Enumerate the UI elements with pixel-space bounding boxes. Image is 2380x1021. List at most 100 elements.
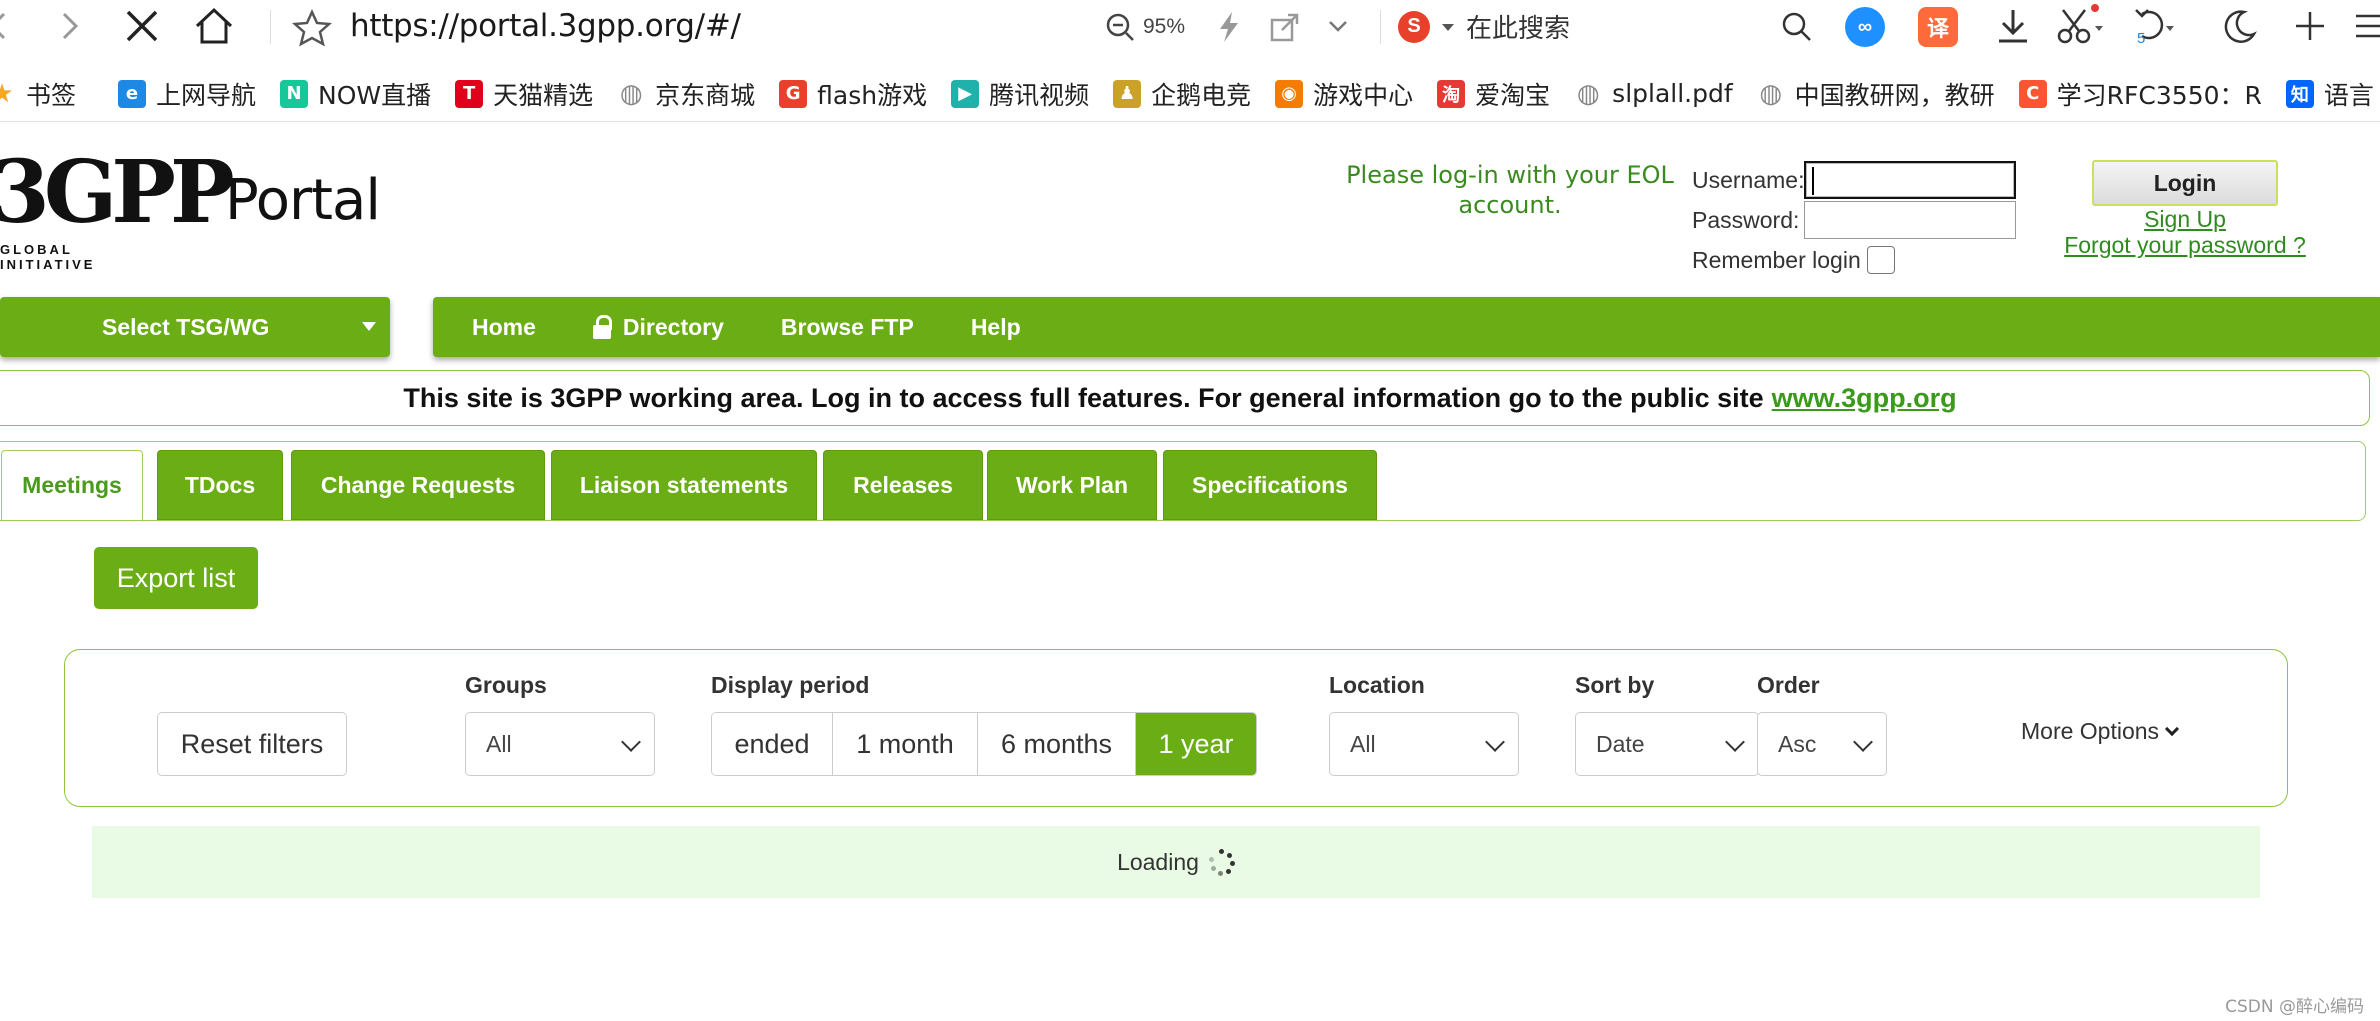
tab-tdocs[interactable]: TDocs <box>157 450 283 520</box>
infinity-app-icon[interactable]: ∞ <box>1845 7 1885 47</box>
bookmark-item[interactable]: C 学习RFC3550：R <box>2018 76 2286 112</box>
tab-releases[interactable]: Releases <box>823 450 983 520</box>
bookmark-item[interactable]: Gflash游戏 <box>779 76 951 112</box>
bookmark-label: 游戏中心 <box>1313 80 1414 110</box>
tsg-wg-select[interactable]: Select TSG/WG <box>0 297 390 357</box>
period-1-year[interactable]: 1 year <box>1136 713 1256 775</box>
3gpp-logo[interactable]: 3GPP GLOBAL INITIATIVE <box>0 142 235 273</box>
tab-meetings[interactable]: Meetings <box>1 450 143 520</box>
bookmark-label: 企鹅电竞 <box>1151 80 1252 110</box>
bookmark-item[interactable]: ◍ 京东商城 <box>617 76 779 112</box>
search-icon[interactable] <box>1780 10 1814 44</box>
period-ended[interactable]: ended <box>712 713 833 775</box>
bookmark-label: 天猫精选 <box>493 80 594 110</box>
sort-by-value: Date <box>1596 730 1645 757</box>
nav-directory-label: Directory <box>622 313 724 340</box>
username-field[interactable] <box>1804 161 2016 199</box>
tsg-select-label: Select TSG/WG <box>102 313 270 340</box>
bookmark-item[interactable]: ◍ 中国教研网，教研 <box>1757 76 2019 112</box>
bookmark-label: 爱淘宝 <box>1475 80 1551 110</box>
tab-specifications[interactable]: Specifications <box>1163 450 1377 520</box>
bookmark-label: 中国教研网，教研 <box>1794 80 1995 110</box>
bookmark-item[interactable]: N NOW直播 <box>280 76 455 112</box>
bookmark-label: 语言 <box>2323 80 2374 110</box>
location-select[interactable]: All <box>1329 712 1519 776</box>
menu-icon[interactable] <box>2352 8 2380 44</box>
tab-change-requests[interactable]: Change Requests <box>291 450 545 520</box>
search-input[interactable]: 在此搜索 <box>1466 8 1570 45</box>
back-icon[interactable] <box>0 6 16 46</box>
chevron-down-icon <box>1485 732 1505 752</box>
tabs-panel: Meetings TDocs Change Requests Liaison s… <box>0 441 2366 521</box>
main-nav: Home Directory Browse FTP Help <box>433 297 2380 357</box>
home-icon[interactable] <box>192 4 236 48</box>
bookmark-item[interactable]: e 上网导航 <box>118 76 280 112</box>
chevron-down-icon[interactable] <box>1440 19 1456 35</box>
share-icon[interactable] <box>1268 10 1302 44</box>
globe-icon: ◍ <box>619 78 643 109</box>
bookmark-item[interactable]: T 天猫精选 <box>455 76 617 112</box>
night-mode-icon[interactable] <box>2220 6 2260 46</box>
search-engine-box[interactable]: S 在此搜索 <box>1398 8 1570 45</box>
nav-help[interactable]: Help <box>971 314 1021 341</box>
nav-home[interactable]: Home <box>472 314 536 341</box>
login-button[interactable]: Login <box>2092 160 2278 206</box>
password-field[interactable] <box>1804 201 2016 239</box>
sign-up-link[interactable]: Sign Up <box>2092 206 2278 233</box>
portal-logo[interactable]: Portal <box>225 168 381 233</box>
translate-icon[interactable]: 译 <box>1918 7 1958 47</box>
divider <box>1380 10 1381 44</box>
logo-text: 3GPP <box>0 142 235 243</box>
address-bar[interactable]: https://portal.3gpp.org/#/ <box>350 8 741 44</box>
csdn-icon: C <box>2018 79 2047 108</box>
bookmark-item[interactable]: ◉ 游戏中心 <box>1275 76 1437 112</box>
order-select[interactable]: Asc <box>1757 712 1887 776</box>
bookmark-item[interactable]: ♟ 企鹅电竞 <box>1113 76 1275 112</box>
nav-home-label: Home <box>472 313 536 340</box>
period-6-months[interactable]: 6 months <box>978 713 1136 775</box>
sort-by-select[interactable]: Date <box>1575 712 1759 776</box>
location-label: Location <box>1329 672 1425 698</box>
more-options-toggle[interactable]: More Options <box>2021 718 2180 745</box>
bookmark-item[interactable]: ★ 书签 <box>0 76 100 112</box>
remember-login-checkbox[interactable] <box>1866 246 1895 274</box>
forward-icon[interactable] <box>56 6 86 46</box>
forgot-password-link[interactable]: Forgot your password ? <box>2060 232 2310 259</box>
export-list-button[interactable]: Export list <box>94 547 258 609</box>
tab-work-plan[interactable]: Work Plan <box>987 450 1157 520</box>
login-message: Please log-in with your EOL account. <box>1346 161 1674 219</box>
banner-text: This site is 3GPP working area. Log in t… <box>403 382 1764 413</box>
bookmark-label: 京东商城 <box>655 80 756 110</box>
loading-indicator: Loading <box>92 826 2260 898</box>
zoom-control[interactable]: 95% <box>1105 12 1185 42</box>
tab-liaison-statements[interactable]: Liaison statements <box>551 450 817 520</box>
password-label: Password: <box>1692 206 1800 233</box>
sogou-icon[interactable]: S <box>1398 10 1430 43</box>
text-caret <box>1812 167 1814 195</box>
scissors-icon[interactable] <box>2055 4 2105 48</box>
groups-select[interactable]: All <box>465 712 655 776</box>
remember-login-label: Remember login <box>1692 246 1861 273</box>
download-icon[interactable] <box>1993 6 2033 46</box>
reset-filters-button[interactable]: Reset filters <box>157 712 347 776</box>
bookmark-item[interactable]: ▶ 腾讯视频 <box>951 76 1113 112</box>
penguin-icon: ♟ <box>1113 79 1142 108</box>
nav-directory[interactable]: Directory <box>592 313 724 341</box>
loading-text: Loading <box>1117 848 1199 875</box>
nav-browse-ftp[interactable]: Browse FTP <box>781 314 914 341</box>
bookmark-item[interactable]: 知语言 <box>2285 76 2380 112</box>
zoom-out-icon <box>1106 13 1134 41</box>
star-icon: ★ <box>0 78 14 109</box>
period-1-month[interactable]: 1 month <box>833 713 978 775</box>
stop-icon[interactable] <box>122 6 162 46</box>
bookmark-item[interactable]: ◍ slplall.pdf <box>1574 79 1756 109</box>
public-site-link[interactable]: www.3gpp.org <box>1772 383 1957 414</box>
chevron-down-icon[interactable] <box>1324 12 1352 42</box>
bookmark-star-icon[interactable] <box>292 8 332 48</box>
lightning-icon[interactable] <box>1214 10 1244 44</box>
display-period-toggle: ended 1 month 6 months 1 year <box>711 712 1257 776</box>
globe-icon: ◍ <box>1759 78 1782 109</box>
new-tab-icon[interactable] <box>2292 8 2328 44</box>
bookmark-label: 书签 <box>26 80 77 110</box>
bookmark-item[interactable]: 淘爱淘宝 <box>1437 76 1574 112</box>
